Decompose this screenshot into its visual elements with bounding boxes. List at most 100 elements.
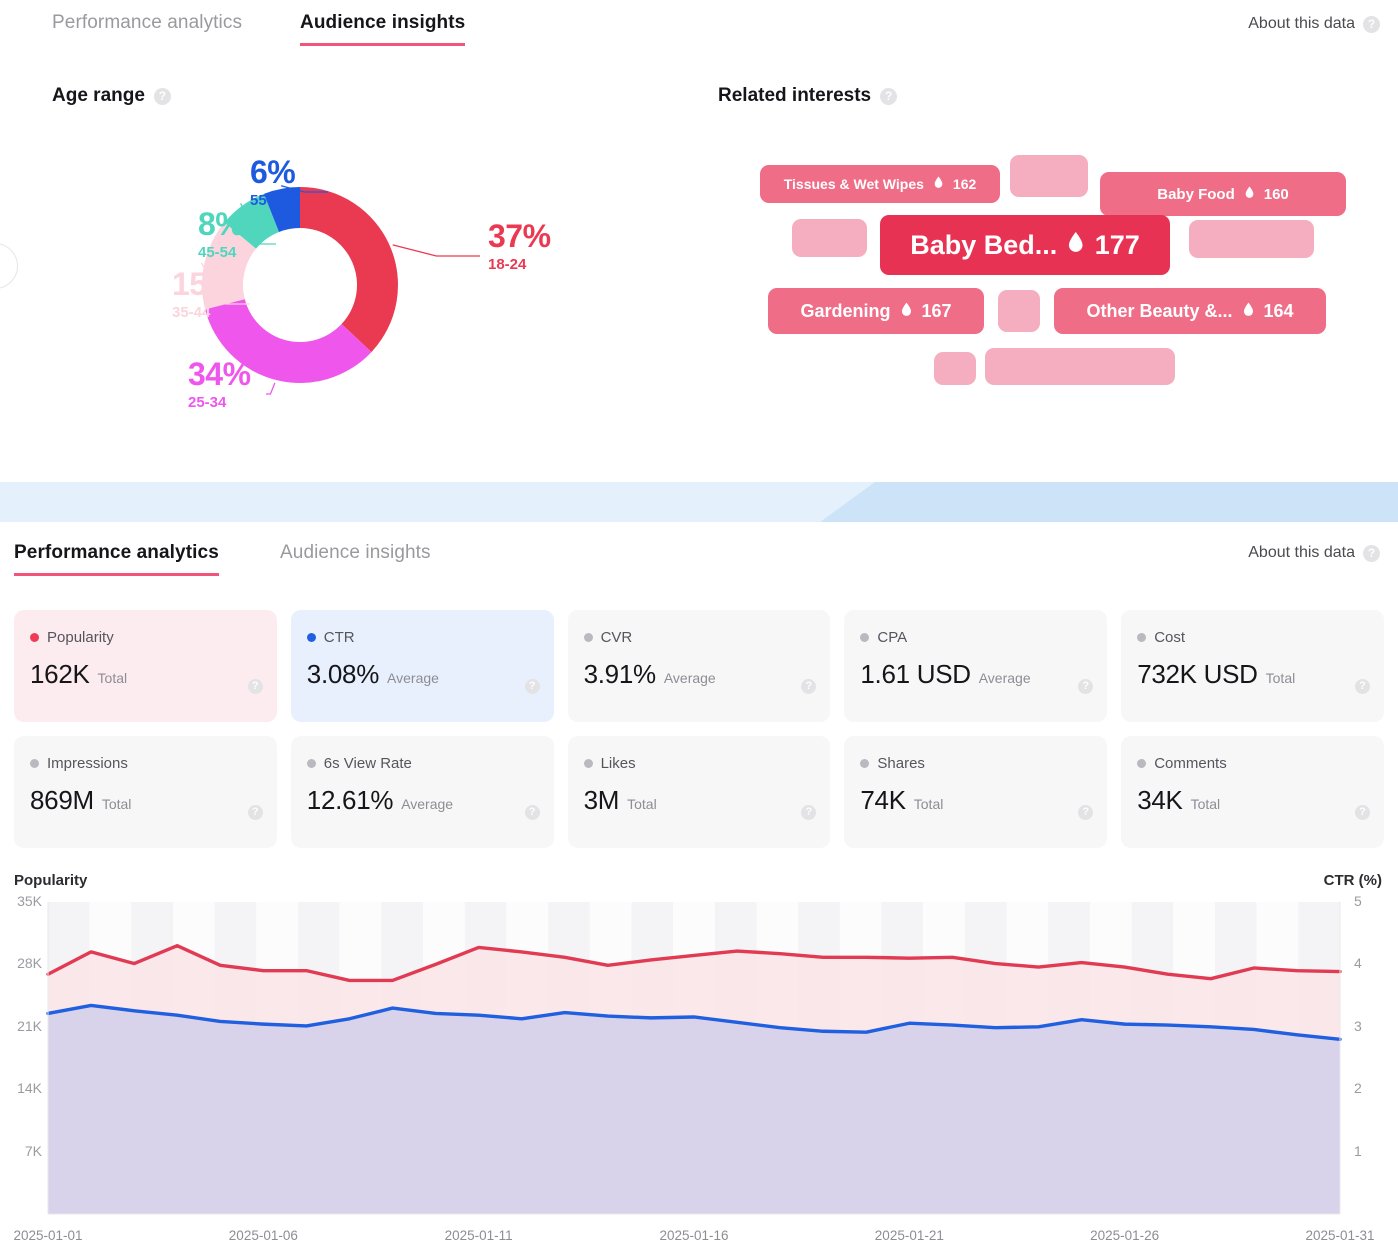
about-this-data-link-top[interactable]: About this data ? xyxy=(1248,15,1380,33)
tab-audience-insights-top[interactable]: Audience insights xyxy=(300,12,466,46)
donut-label-35-44: 15% 35-44 xyxy=(172,268,235,320)
chart-y2-tick-label: 2 xyxy=(1354,1080,1362,1097)
metric-aggregation: Average xyxy=(401,796,454,812)
donut-label-25-34: 34% 25-34 xyxy=(188,358,251,410)
carousel-prev-button[interactable] xyxy=(0,243,18,289)
metric-value-row: 732K USD Total xyxy=(1137,659,1368,690)
help-circle-icon[interactable]: ? xyxy=(247,805,263,820)
metric-name: Cost xyxy=(1154,629,1186,646)
help-circle-icon[interactable]: ? xyxy=(524,805,540,820)
help-circle-icon[interactable]: ? xyxy=(1363,544,1380,562)
metric-name: Impressions xyxy=(47,755,128,772)
chart-y-tick-label: 21K xyxy=(17,1017,42,1034)
interest-tag-tissues-wet-wipes[interactable]: Tissues & Wet Wipes 162 xyxy=(760,165,1000,203)
metric-color-dot-icon xyxy=(306,633,316,642)
metric-color-dot-icon xyxy=(306,759,316,768)
interest-tag-baby-bedding[interactable]: Baby Bed... 177 xyxy=(880,215,1170,275)
donut-label-range: 45-54 xyxy=(198,244,237,261)
tab-performance-analytics-top[interactable]: Performance analytics xyxy=(52,12,242,43)
help-circle-icon[interactable]: ? xyxy=(1078,805,1094,820)
metric-card-popularity[interactable]: Popularity 162K Total? xyxy=(14,610,277,722)
donut-label-percent: 15% xyxy=(172,266,235,302)
metric-value: 3M xyxy=(583,785,620,815)
audience-insights-section: Performance analytics Audience insights … xyxy=(0,0,1398,482)
metric-value-row: 869M Total xyxy=(30,785,261,816)
interest-tag-label: Baby Food xyxy=(1157,185,1235,203)
metric-label-row: Cost xyxy=(1137,629,1368,646)
help-circle-icon[interactable]: ? xyxy=(247,679,263,694)
donut-slice-18-24[interactable] xyxy=(300,187,398,353)
metric-label-row: Shares xyxy=(860,755,1091,772)
metric-card-ctr[interactable]: CTR 3.08% Average? xyxy=(290,610,554,722)
metric-label-row: CTR xyxy=(306,629,538,646)
help-circle-icon[interactable]: ? xyxy=(524,679,540,694)
metric-card-comments[interactable]: Comments 34K Total? xyxy=(1121,736,1384,848)
metric-aggregation: Total xyxy=(101,796,132,812)
metric-label-row: CPA xyxy=(860,629,1091,646)
help-circle-icon[interactable]: ? xyxy=(153,87,171,105)
metric-name: Popularity xyxy=(47,629,114,646)
metric-name: Shares xyxy=(877,755,925,772)
metric-label-row: Likes xyxy=(583,755,815,772)
metric-value-row: 1.61 USD Average xyxy=(860,659,1091,690)
related-interests-title: Related interests ? xyxy=(718,85,898,107)
about-this-data-link-bottom[interactable]: About this data ? xyxy=(1248,544,1380,562)
performance-analytics-section: Performance analytics Audience insights … xyxy=(0,522,1398,1260)
interest-tag-baby-food[interactable]: Baby Food 160 xyxy=(1100,172,1346,216)
metric-name: 6s View Rate xyxy=(323,755,412,772)
about-this-data-label-top: About this data xyxy=(1248,15,1355,32)
metric-value: 74K xyxy=(860,785,906,815)
metric-value-row: 12.61% Average xyxy=(307,785,538,816)
metric-card-cvr[interactable]: CVR 3.91% Average? xyxy=(567,610,831,722)
donut-label-range: 18-24 xyxy=(488,256,527,273)
metric-card-shares[interactable]: Shares 74K Total? xyxy=(844,736,1108,848)
metric-color-dot-icon xyxy=(1137,633,1147,642)
tab-performance-analytics-bottom[interactable]: Performance analytics xyxy=(14,542,219,576)
metric-aggregation: Total xyxy=(97,670,128,686)
chart-y2-tick-label: 4 xyxy=(1354,955,1362,972)
help-circle-icon[interactable]: ? xyxy=(880,87,898,105)
tab-audience-insights-bottom[interactable]: Audience insights xyxy=(280,542,431,573)
help-circle-icon[interactable]: ? xyxy=(801,805,817,820)
metric-label-row: Comments xyxy=(1137,755,1368,772)
section1-tabbar: Performance analytics Audience insights xyxy=(0,0,1398,52)
metric-color-dot-icon xyxy=(583,759,593,768)
help-circle-icon[interactable]: ? xyxy=(1354,805,1370,820)
metric-value: 3.91% xyxy=(583,659,657,689)
interest-tag-other-beauty[interactable]: Other Beauty &... 164 xyxy=(1054,288,1326,334)
metric-color-dot-icon xyxy=(860,633,870,642)
metric-card-likes[interactable]: Likes 3M Total? xyxy=(567,736,831,848)
chart-y2-tick-label: 5 xyxy=(1354,893,1362,909)
help-circle-icon[interactable]: ? xyxy=(801,679,817,694)
interest-placeholder-tag xyxy=(998,290,1040,332)
divider-shape xyxy=(0,482,1398,522)
interest-tag-label: Other Beauty &... xyxy=(1086,300,1233,321)
metric-value-row: 3.91% Average xyxy=(584,659,815,690)
donut-label-percent: 6% xyxy=(250,154,296,190)
metric-card-cost[interactable]: Cost 732K USD Total? xyxy=(1121,610,1384,722)
chart-x-tick-label: 2025-01-26 xyxy=(1090,1228,1160,1243)
flame-icon xyxy=(1242,301,1255,322)
interest-tag-gardening[interactable]: Gardening 167 xyxy=(768,288,984,334)
help-circle-icon[interactable]: ? xyxy=(1078,679,1094,694)
metric-name: CTR xyxy=(323,629,355,646)
chart-y2-tick-label: 3 xyxy=(1354,1017,1362,1034)
analytics-page: Performance analytics Audience insights … xyxy=(0,0,1398,1260)
metric-value: 3.08% xyxy=(306,659,380,689)
related-interests-label: Related interests xyxy=(718,85,872,106)
metric-card-impressions[interactable]: Impressions 869M Total? xyxy=(14,736,277,848)
metric-value-row: 162K Total xyxy=(30,659,261,690)
metric-card-6s-view-rate[interactable]: 6s View Rate 12.61% Average? xyxy=(290,736,554,848)
metric-value: 12.61% xyxy=(306,785,394,815)
metric-value-row: 34K Total xyxy=(1137,785,1368,816)
interest-tag-label: Baby Bed... xyxy=(910,229,1058,260)
help-circle-icon[interactable]: ? xyxy=(1354,679,1370,694)
help-circle-icon[interactable]: ? xyxy=(1363,15,1380,33)
chart-left-axis-title: Popularity xyxy=(14,872,88,889)
popularity-ctr-chart: Popularity CTR (%) 7K 14K 21K 28K 35K 1 2 3 4 5 20… xyxy=(0,872,1398,1260)
section2-tabbar: Performance analytics Audience insights xyxy=(0,522,1398,576)
flame-icon xyxy=(1244,186,1255,203)
metric-value: 1.61 USD xyxy=(860,659,971,689)
interest-tag-value: 162 xyxy=(952,176,977,192)
metric-card-cpa[interactable]: CPA 1.61 USD Average? xyxy=(844,610,1108,722)
